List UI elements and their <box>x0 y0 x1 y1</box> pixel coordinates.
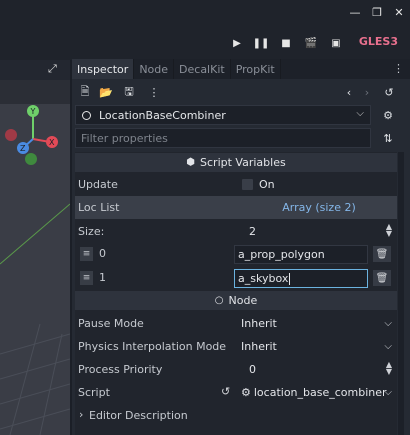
prop-pause-mode: Pause Mode Inherit ⌵ <box>75 312 397 334</box>
array-item-0: ≡ 0 a_prop_polygon 🗑 <box>75 243 397 265</box>
svg-text:Y: Y <box>30 107 36 116</box>
update-checkbox[interactable]: On <box>237 173 397 195</box>
tab-decalkit[interactable]: DecalKit <box>174 59 231 79</box>
svg-text:X: X <box>49 138 55 147</box>
prop-size: Size: 2 ▲ ▼ <box>75 220 397 242</box>
3d-viewport[interactable]: Y X Z <box>0 60 70 435</box>
play-icon[interactable]: ▶ <box>229 36 245 50</box>
renderer-select[interactable]: GLES3 <box>359 35 398 48</box>
revert-icon[interactable]: ↺ <box>221 385 230 398</box>
history-back-icon[interactable]: ‹ <box>342 85 356 99</box>
tab-node[interactable]: Node <box>134 59 175 79</box>
text-caret <box>289 272 291 285</box>
prop-physics-interpolation: Physics Interpolation Mode Inherit ⌵ <box>75 335 397 357</box>
process-priority-spinbox[interactable]: 0 ▲ ▼ <box>237 358 397 380</box>
properties-panel: ⬢ Script Variables Update On Loc List Ar… <box>75 152 397 435</box>
node-icon: ○ <box>214 295 224 306</box>
run-toolbar <box>0 24 410 60</box>
viewport-header <box>0 60 70 80</box>
restore-icon[interactable]: ❐ <box>366 0 388 24</box>
prop-label: Update <box>78 178 118 191</box>
prop-label: Process Priority <box>78 363 163 376</box>
trash-icon[interactable]: 🗑 <box>373 246 391 262</box>
sort-icon[interactable]: ⇅ <box>381 131 395 145</box>
new-resource-icon[interactable]: 🗎 <box>78 85 92 99</box>
open-folder-icon[interactable]: 📂 <box>99 85 113 99</box>
prop-process-priority: Process Priority 0 ▲ ▼ <box>75 358 397 380</box>
object-selector[interactable]: LocationBaseCombiner ⌵ <box>75 105 371 125</box>
tab-inspector[interactable]: Inspector <box>72 59 135 79</box>
viewport-scene[interactable]: Y X Z <box>0 104 70 435</box>
inspector-toolbar: 🗎 📂 🖫 ⋮ ‹ › ↺ <box>72 81 410 103</box>
size-spinbox[interactable]: 2 ▲ ▼ <box>237 220 397 242</box>
prop-label: Loc List <box>78 201 120 214</box>
inspector-scrollbar[interactable] <box>398 152 404 435</box>
history-forward-icon[interactable]: › <box>360 85 374 99</box>
object-name: LocationBaseCombiner <box>99 108 226 122</box>
more-options-icon[interactable]: ⋮ <box>147 85 161 99</box>
object-properties-icon[interactable]: ⚙ <box>381 108 395 122</box>
tab-propkit[interactable]: PropKit <box>231 59 281 79</box>
history-icon[interactable]: ↺ <box>382 85 396 99</box>
spin-arrows-icon[interactable]: ▲ ▼ <box>386 223 392 238</box>
orientation-gizmo-icon: Y X Z <box>5 105 58 165</box>
play-custom-icon[interactable]: ▣ <box>328 36 344 50</box>
chevron-down-icon: ⌵ <box>356 108 364 119</box>
trash-icon[interactable]: 🗑 <box>373 270 391 286</box>
gear-icon: ⚙ <box>241 385 251 399</box>
prop-label: Script <box>78 386 110 399</box>
chevron-down-icon: ⌵ <box>384 340 392 352</box>
prop-label: Size: <box>78 225 105 238</box>
section-node[interactable]: ○ Node <box>75 291 397 310</box>
physics-interpolation-select[interactable]: Inherit ⌵ <box>237 335 397 357</box>
minimize-icon[interactable]: — <box>344 0 366 24</box>
pause-mode-select[interactable]: Inherit ⌵ <box>237 312 397 334</box>
loc-list-array-button[interactable]: Array (size 2) <box>237 196 397 218</box>
item-index: 0 <box>99 247 106 260</box>
stop-icon[interactable]: ■ <box>278 36 294 50</box>
array-item-1: ≡ 1 a_skybox 🗑 <box>75 267 397 289</box>
spin-arrows-icon[interactable]: ▲ ▼ <box>386 361 392 376</box>
save-icon[interactable]: 🖫 <box>122 85 136 99</box>
dock-tabs: Inspector Node DecalKit PropKit ⋮ <box>72 59 410 79</box>
tabs-menu-icon[interactable]: ⋮ <box>393 62 404 75</box>
chevron-down-icon: ⌵ <box>384 386 392 398</box>
prop-label: Pause Mode <box>78 317 144 330</box>
chevron-down-icon: ⌵ <box>384 317 392 329</box>
prop-script: Script ↺ ⚙ location_base_combiner ⌵ <box>75 381 397 403</box>
item-index: 1 <box>99 271 106 284</box>
title-bar: — ❐ ✕ <box>0 0 410 24</box>
play-scene-icon[interactable]: 🎬 <box>303 36 319 50</box>
prop-loc-list[interactable]: Loc List Array (size 2) <box>75 196 397 219</box>
script-resource-picker[interactable]: ⚙ location_base_combiner ⌵ <box>237 381 397 403</box>
script-icon: ⬢ <box>186 157 196 168</box>
prop-update: Update On <box>75 173 397 195</box>
chevron-right-icon: › <box>79 408 84 421</box>
svg-text:Z: Z <box>20 144 26 153</box>
item-value-input[interactable]: a_prop_polygon <box>234 245 368 264</box>
pause-icon[interactable]: ❚❚ <box>253 36 270 50</box>
drag-handle-icon[interactable]: ≡ <box>80 271 93 285</box>
checkbox-icon <box>242 178 253 190</box>
node-icon <box>82 110 91 120</box>
item-value-input[interactable]: a_skybox <box>234 269 368 288</box>
close-icon[interactable]: ✕ <box>388 0 410 24</box>
prop-label: Editor Description <box>89 409 188 422</box>
prop-label: Physics Interpolation Mode <box>78 340 227 353</box>
section-script-variables[interactable]: ⬢ Script Variables <box>75 153 397 172</box>
drag-handle-icon[interactable]: ≡ <box>80 247 93 261</box>
expand-icon[interactable]: ⤢ <box>48 62 57 76</box>
filter-properties-input[interactable]: Filter properties <box>75 128 371 148</box>
inspector-dock: Inspector Node DecalKit PropKit ⋮ 🗎 📂 🖫 … <box>72 59 410 435</box>
prop-editor-description[interactable]: › Editor Description <box>75 404 397 426</box>
